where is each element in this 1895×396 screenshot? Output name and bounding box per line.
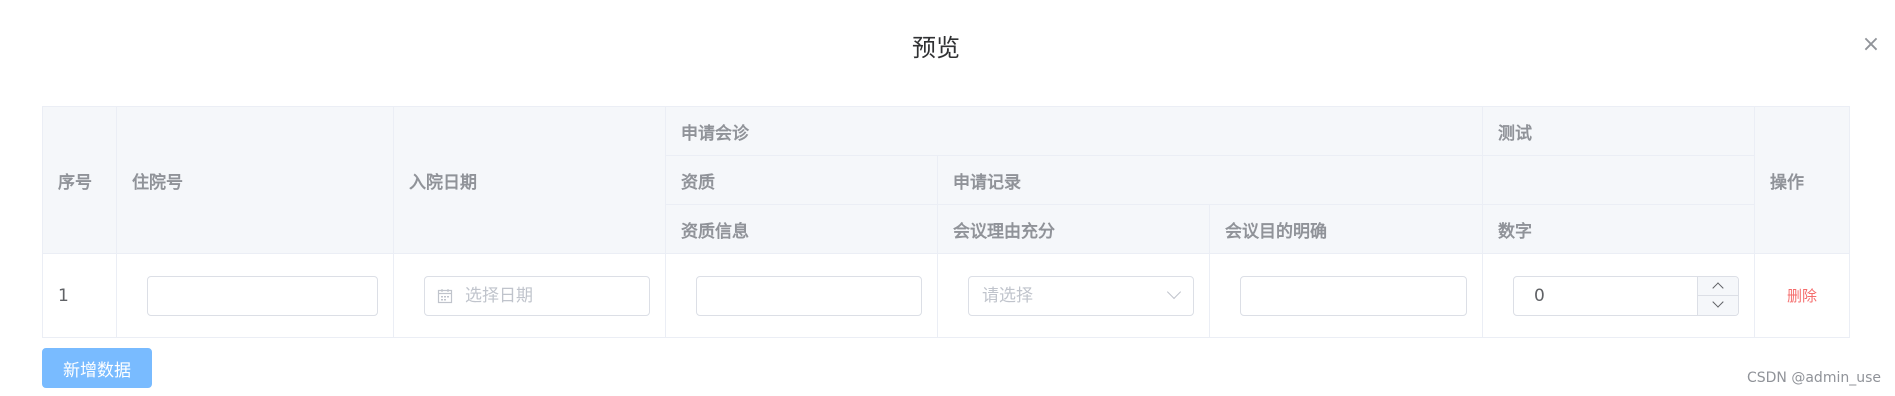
add-data-button[interactable]: 新增数据 — [42, 348, 152, 388]
header-meeting-purpose: 会议目的明确 — [1209, 204, 1483, 254]
header-group-test: 测试 — [1482, 106, 1755, 156]
header-qualification-info: 资质信息 — [665, 204, 938, 254]
header-admission-no: 住院号 — [116, 106, 394, 254]
select-placeholder: 请选择 — [982, 285, 1033, 306]
header-meeting-reason: 会议理由充分 — [937, 204, 1210, 254]
header-qualification: 资质 — [665, 155, 938, 205]
data-table: 序号 住院号 入院日期 申请会诊 测试 操作 资质 申请记录 资质信息 会议理由… — [42, 106, 1850, 338]
header-action: 操作 — [1754, 106, 1850, 254]
header-test-empty — [1482, 155, 1755, 205]
header-number: 数字 — [1482, 204, 1755, 254]
chevron-up-icon — [1712, 281, 1724, 294]
table-row: 1 选择日期 请选择 0 删除 — [42, 253, 1850, 338]
close-icon[interactable]: × — [1860, 34, 1882, 56]
decrease-button[interactable] — [1698, 295, 1738, 315]
chevron-down-icon — [1712, 295, 1724, 308]
row-index: 1 — [42, 253, 117, 338]
admission-no-input[interactable] — [147, 275, 378, 316]
delete-button[interactable]: 删除 — [1770, 285, 1834, 306]
dialog-title: 预览 — [912, 34, 960, 62]
number-value: 0 — [1534, 285, 1545, 306]
header-admission-date: 入院日期 — [393, 106, 666, 254]
increase-button[interactable] — [1698, 277, 1738, 296]
number-stepper[interactable]: 0 — [1513, 275, 1739, 316]
stepper-controls — [1697, 276, 1738, 315]
chevron-down-icon — [1166, 284, 1182, 299]
date-placeholder: 选择日期 — [465, 285, 533, 306]
header-apply-record: 申请记录 — [937, 155, 1483, 205]
admission-date-picker[interactable]: 选择日期 — [424, 275, 650, 316]
qualification-info-input[interactable] — [696, 275, 922, 316]
meeting-reason-select[interactable]: 请选择 — [968, 275, 1194, 316]
header-index: 序号 — [42, 106, 117, 254]
header-group-consult: 申请会诊 — [665, 106, 1483, 156]
meeting-purpose-input[interactable] — [1240, 275, 1467, 316]
watermark: CSDN @admin_use — [1746, 370, 1881, 386]
calendar-icon — [437, 288, 453, 303]
